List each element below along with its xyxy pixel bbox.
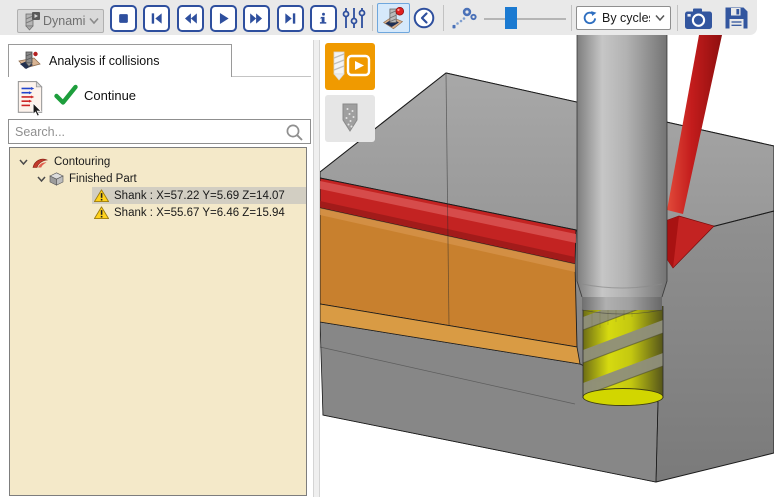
- rewind-icon: [181, 9, 200, 28]
- collision-check-icon: [380, 5, 407, 31]
- simulation-mode-value: Dynamic: [43, 14, 86, 28]
- cycle-arrow-icon: [582, 10, 597, 26]
- chevron-expanded-icon[interactable]: [36, 174, 47, 184]
- step-back-button[interactable]: [413, 7, 435, 29]
- info-icon: [314, 9, 333, 28]
- tree-item-contouring[interactable]: Contouring: [10, 153, 306, 170]
- play-icon: [214, 9, 233, 28]
- viewport-simulation-button[interactable]: [325, 43, 375, 90]
- viewport-tool-button[interactable]: [325, 95, 375, 142]
- simulation-mode-dropdown[interactable]: Dynamic: [17, 9, 104, 33]
- speed-slider-handle[interactable]: [505, 7, 517, 29]
- tool-play-icon: [22, 11, 40, 31]
- toolbar-separator: [443, 5, 444, 31]
- skip-to-end-icon: [281, 9, 300, 28]
- tool-play-icon: [328, 48, 372, 86]
- search-box: [8, 119, 311, 144]
- camera-icon: [684, 7, 713, 30]
- continue-action[interactable]: Continue: [54, 84, 136, 106]
- chevron-down-icon: [655, 14, 665, 22]
- circle-back-icon: [413, 7, 435, 29]
- tabbar-baseline: [231, 76, 311, 77]
- milling-tool: [577, 35, 667, 406]
- toolbar-separator: [677, 5, 678, 31]
- search-icon: [285, 123, 304, 142]
- tree-item-finished-part[interactable]: Finished Part: [10, 170, 306, 187]
- speed-slider[interactable]: [484, 18, 566, 20]
- skip-to-start-icon: [147, 9, 166, 28]
- search-input[interactable]: [9, 120, 310, 143]
- finished-part-icon: [49, 172, 64, 186]
- main-toolbar: Dynamic: [0, 0, 757, 35]
- tree-item-shank-collision-1[interactable]: Shank : X=57.22 Y=5.69 Z=14.07: [10, 187, 306, 204]
- cutter-tip: [583, 389, 663, 406]
- chevron-expanded-icon[interactable]: [18, 157, 29, 167]
- warning-icon: [94, 206, 109, 220]
- application-window: { "toolbar": { "mode": {"label": "Dynami…: [0, 0, 774, 497]
- speed-control-icon-button[interactable]: [450, 6, 477, 29]
- panel-splitter[interactable]: [313, 40, 320, 497]
- playback-granularity-dropdown[interactable]: By cycles: [576, 6, 671, 30]
- fast-forward-button[interactable]: [243, 5, 270, 32]
- warning-icon: [94, 189, 109, 203]
- tree-label: Shank : X=55.67 Y=6.46 Z=15.94: [114, 207, 285, 219]
- info-button[interactable]: [310, 5, 337, 32]
- rewind-button[interactable]: [177, 5, 204, 32]
- fast-forward-icon: [247, 9, 266, 28]
- toolbar-separator: [571, 5, 572, 31]
- play-button[interactable]: [210, 5, 237, 32]
- toolbar-separator: [372, 5, 373, 31]
- stop-button[interactable]: [110, 5, 137, 32]
- save-button[interactable]: [723, 5, 750, 31]
- skip-to-end-button[interactable]: [277, 5, 304, 32]
- stop-icon: [114, 9, 133, 28]
- tree-item-shank-collision-2[interactable]: Shank : X=55.67 Y=6.46 Z=15.94: [10, 204, 306, 221]
- equalizer-icon: [341, 6, 367, 30]
- collision-analysis-icon: [17, 50, 42, 72]
- save-icon: [723, 5, 750, 31]
- collision-check-toggle[interactable]: [377, 3, 410, 33]
- tool-shank: [577, 35, 667, 297]
- snapshot-button[interactable]: [684, 7, 713, 30]
- tree-label: Finished Part: [69, 173, 137, 185]
- stock-block: [320, 73, 774, 482]
- collision-report-icon: [13, 80, 47, 116]
- tab-label: Analysis if collisions: [49, 54, 159, 68]
- check-icon: [54, 84, 78, 106]
- playback-settings-button[interactable]: [341, 6, 367, 30]
- playback-granularity-value: By cycles: [602, 11, 650, 25]
- chevron-down-icon: [89, 17, 99, 25]
- collision-report-button[interactable]: [13, 80, 47, 116]
- drill-bit-icon: [328, 100, 372, 138]
- tree-label: Shank : X=57.22 Y=5.69 Z=14.07: [114, 190, 285, 202]
- contouring-icon: [31, 155, 49, 169]
- tree-label: Contouring: [54, 156, 110, 168]
- selected-row-highlight: Shank : X=57.22 Y=5.69 Z=14.07: [92, 187, 306, 204]
- speed-gears-icon: [450, 6, 477, 29]
- skip-to-start-button[interactable]: [143, 5, 170, 32]
- collision-tree: Contouring Finished Part Shank : X=57.22…: [9, 147, 307, 496]
- continue-label: Continue: [84, 88, 136, 103]
- tab-analysis-collisions[interactable]: Analysis if collisions: [8, 44, 232, 77]
